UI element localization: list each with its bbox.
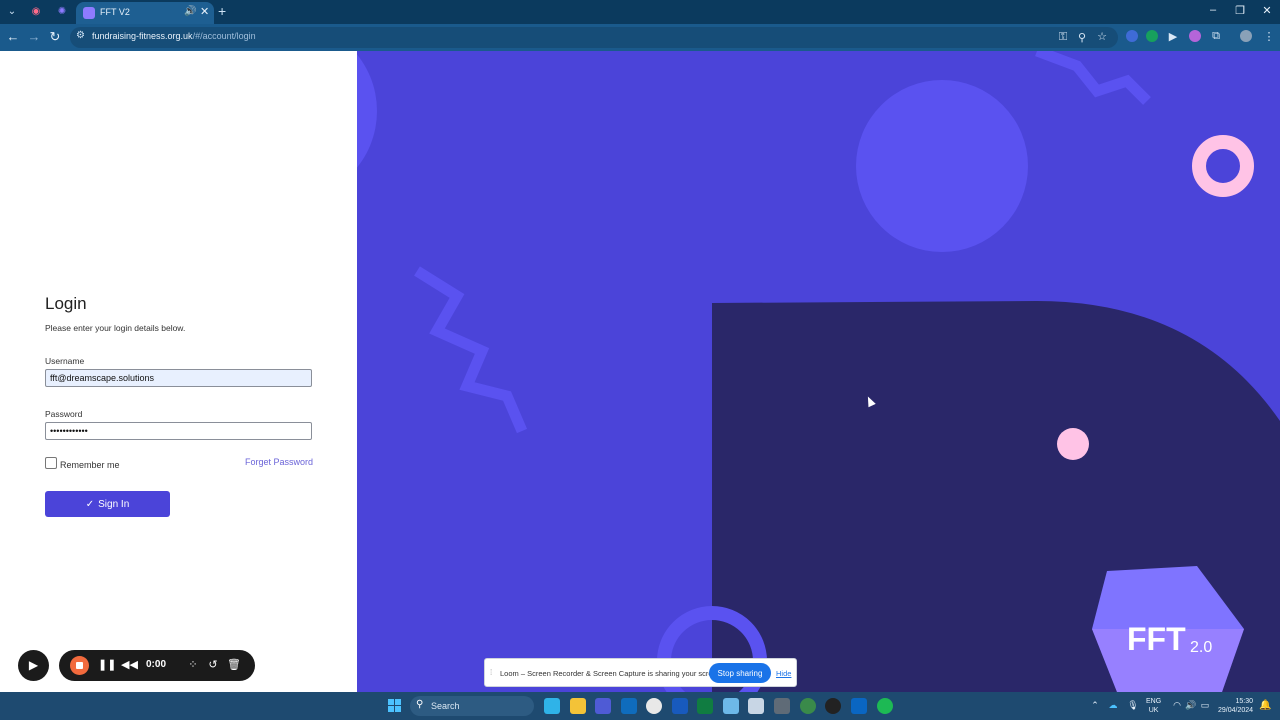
site-info-icon[interactable]: ⚙ xyxy=(76,30,85,41)
chrome-app-icon[interactable] xyxy=(646,698,662,714)
drawing-grid-icon[interactable]: ⁘ xyxy=(186,658,200,671)
brand-panel: FFT 2.0 xyxy=(357,51,1280,692)
address-bar[interactable]: ⚙ fundraising-fitness.org.uk/#/account/l… xyxy=(70,27,1118,48)
microphone-icon[interactable]: 🎙 xyxy=(1127,700,1139,711)
browser-toolbar: ← → ↻ ⚙ fundraising-fitness.org.uk/#/acc… xyxy=(0,24,1280,51)
browser-tab-bar: ⌄ ◉ ✺ FFT V2 🔊 ✕ + – ❐ ✕ xyxy=(0,0,1280,24)
hide-link[interactable]: Hide xyxy=(776,669,791,678)
copilot-app-icon[interactable] xyxy=(544,698,560,714)
username-label: Username xyxy=(45,356,85,366)
obs-app-icon[interactable] xyxy=(825,698,841,714)
notepad-app-icon[interactable] xyxy=(723,698,739,714)
password-label: Password xyxy=(45,409,83,419)
extension-loom-icon[interactable] xyxy=(1189,30,1201,42)
fft-favicon-icon xyxy=(83,7,95,19)
pink-ring-shape xyxy=(1192,135,1254,197)
loom-timer: 0:00 xyxy=(146,659,167,670)
loom-control-bar: ❚❚ ◀◀ 0:00 ⁘ ↺ 🗑 xyxy=(59,650,255,681)
login-subtitle: Please enter your login details below. xyxy=(45,323,186,333)
loom-camera-button[interactable]: ▶ xyxy=(18,650,49,681)
extensions-icon[interactable]: ⧉ xyxy=(1209,30,1223,43)
extension-grammarly-icon[interactable] xyxy=(1146,30,1158,42)
sign-in-label: Sign In xyxy=(98,498,130,510)
trash-icon[interactable]: 🗑 xyxy=(227,658,241,671)
taskbar-search[interactable]: ⚲ Search xyxy=(410,696,534,716)
windows-taskbar: ⚲ Search ⌃ ☁ 🎙 ENG UK ◠ 🔊 ▭ 15:30 29/04/20… xyxy=(0,692,1280,720)
spotify-app-icon[interactable] xyxy=(877,698,893,714)
battery-icon[interactable]: ▭ xyxy=(1199,700,1211,711)
pinned-tab-gear-icon[interactable]: ✺ xyxy=(54,4,70,20)
forget-password-link[interactable]: Forget Password xyxy=(245,457,313,467)
tab-fft-v2[interactable]: FFT V2 🔊 ✕ xyxy=(76,2,214,24)
onedrive-icon[interactable]: ☁ xyxy=(1107,700,1119,711)
outlook-app-icon[interactable] xyxy=(621,698,637,714)
drag-handle-icon[interactable]: ⁞ xyxy=(490,668,492,677)
extension-meet-icon[interactable] xyxy=(1126,30,1138,42)
search-icon: ⚲ xyxy=(416,699,424,710)
username-input[interactable] xyxy=(45,369,312,387)
stop-sharing-button[interactable]: Stop sharing xyxy=(709,663,771,683)
tab-title: FFT V2 xyxy=(100,7,130,17)
password-key-icon[interactable]: ⚿ xyxy=(1056,31,1070,44)
edge-circle-shape xyxy=(357,54,377,168)
remember-me-label[interactable]: Remember me xyxy=(60,460,120,470)
wifi-icon[interactable]: ◠ xyxy=(1171,700,1183,711)
search-placeholder: Search xyxy=(431,701,460,711)
fft-logo-version: 2.0 xyxy=(1190,639,1213,656)
tray-chevron-up-icon[interactable]: ⌃ xyxy=(1089,700,1101,711)
globe-app-icon[interactable] xyxy=(800,698,816,714)
tab-search-icon[interactable]: ⌄ xyxy=(4,4,20,20)
remember-me-checkbox[interactable] xyxy=(45,457,57,469)
password-input[interactable] xyxy=(45,422,312,440)
pinned-tab-record-icon[interactable]: ◉ xyxy=(28,4,44,20)
tab-close-icon[interactable]: ✕ xyxy=(200,5,209,18)
large-circle-shape xyxy=(856,80,1028,252)
zigzag-left-shape xyxy=(414,266,528,434)
excel-app-icon[interactable] xyxy=(697,698,713,714)
back-icon[interactable]: ← xyxy=(5,29,21,44)
teams-app-icon[interactable] xyxy=(595,698,611,714)
profile-avatar[interactable] xyxy=(1240,30,1252,42)
reload-icon[interactable]: ↻ xyxy=(47,29,63,45)
screen-sharing-banner: ⁞ Loom – Screen Recorder & Screen Captur… xyxy=(484,658,797,687)
pause-icon[interactable]: ❚❚ xyxy=(98,658,116,671)
minimize-button[interactable]: – xyxy=(1205,4,1221,16)
forward-icon[interactable]: → xyxy=(26,29,42,44)
decorative-shapes xyxy=(357,51,1280,692)
linkedin-app-icon[interactable] xyxy=(851,698,867,714)
close-window-button[interactable]: ✕ xyxy=(1259,4,1275,17)
new-tab-button[interactable]: + xyxy=(218,3,226,19)
system-clock[interactable]: 15:30 29/04/2024 xyxy=(1218,697,1253,715)
check-icon: ✓ xyxy=(85,498,95,510)
windows-start-icon[interactable] xyxy=(388,699,402,713)
zigzag-top-shape xyxy=(1035,51,1151,105)
bookmark-star-icon[interactable]: ☆ xyxy=(1095,30,1109,43)
rewind-icon[interactable]: ◀◀ xyxy=(121,658,138,671)
login-panel: Login Please enter your login details be… xyxy=(0,51,357,692)
language-indicator[interactable]: ENG UK xyxy=(1146,697,1161,715)
snipping-tool-icon[interactable] xyxy=(748,698,764,714)
tab-audio-icon[interactable]: 🔊 xyxy=(184,6,196,17)
calculator-app-icon[interactable] xyxy=(774,698,790,714)
login-title: Login xyxy=(45,294,87,313)
page-content: Login Please enter your login details be… xyxy=(0,51,1280,692)
restart-icon[interactable]: ↺ xyxy=(206,658,220,671)
extension-puzzle-icon[interactable]: ▶ xyxy=(1166,30,1180,43)
notification-bell-icon[interactable]: 🔔 xyxy=(1259,700,1271,711)
word-app-icon[interactable] xyxy=(672,698,688,714)
pink-dot-shape xyxy=(1057,428,1089,460)
sharing-message: Loom – Screen Recorder & Screen Capture … xyxy=(500,669,724,678)
menu-kebab-icon[interactable]: ⋮ xyxy=(1262,30,1276,43)
camera-icon: ▶ xyxy=(28,658,39,672)
restore-button[interactable]: ❐ xyxy=(1232,4,1248,17)
fft-logo-text: FFT xyxy=(1127,621,1186,657)
sign-in-button[interactable]: ✓ Sign In xyxy=(45,491,170,517)
loom-stop-recording-button[interactable] xyxy=(70,656,89,675)
volume-icon[interactable]: 🔊 xyxy=(1185,700,1197,711)
url-text[interactable]: fundraising-fitness.org.uk/#/account/log… xyxy=(92,31,256,41)
zoom-icon[interactable]: ⚲ xyxy=(1075,31,1089,44)
file-explorer-icon[interactable] xyxy=(570,698,586,714)
